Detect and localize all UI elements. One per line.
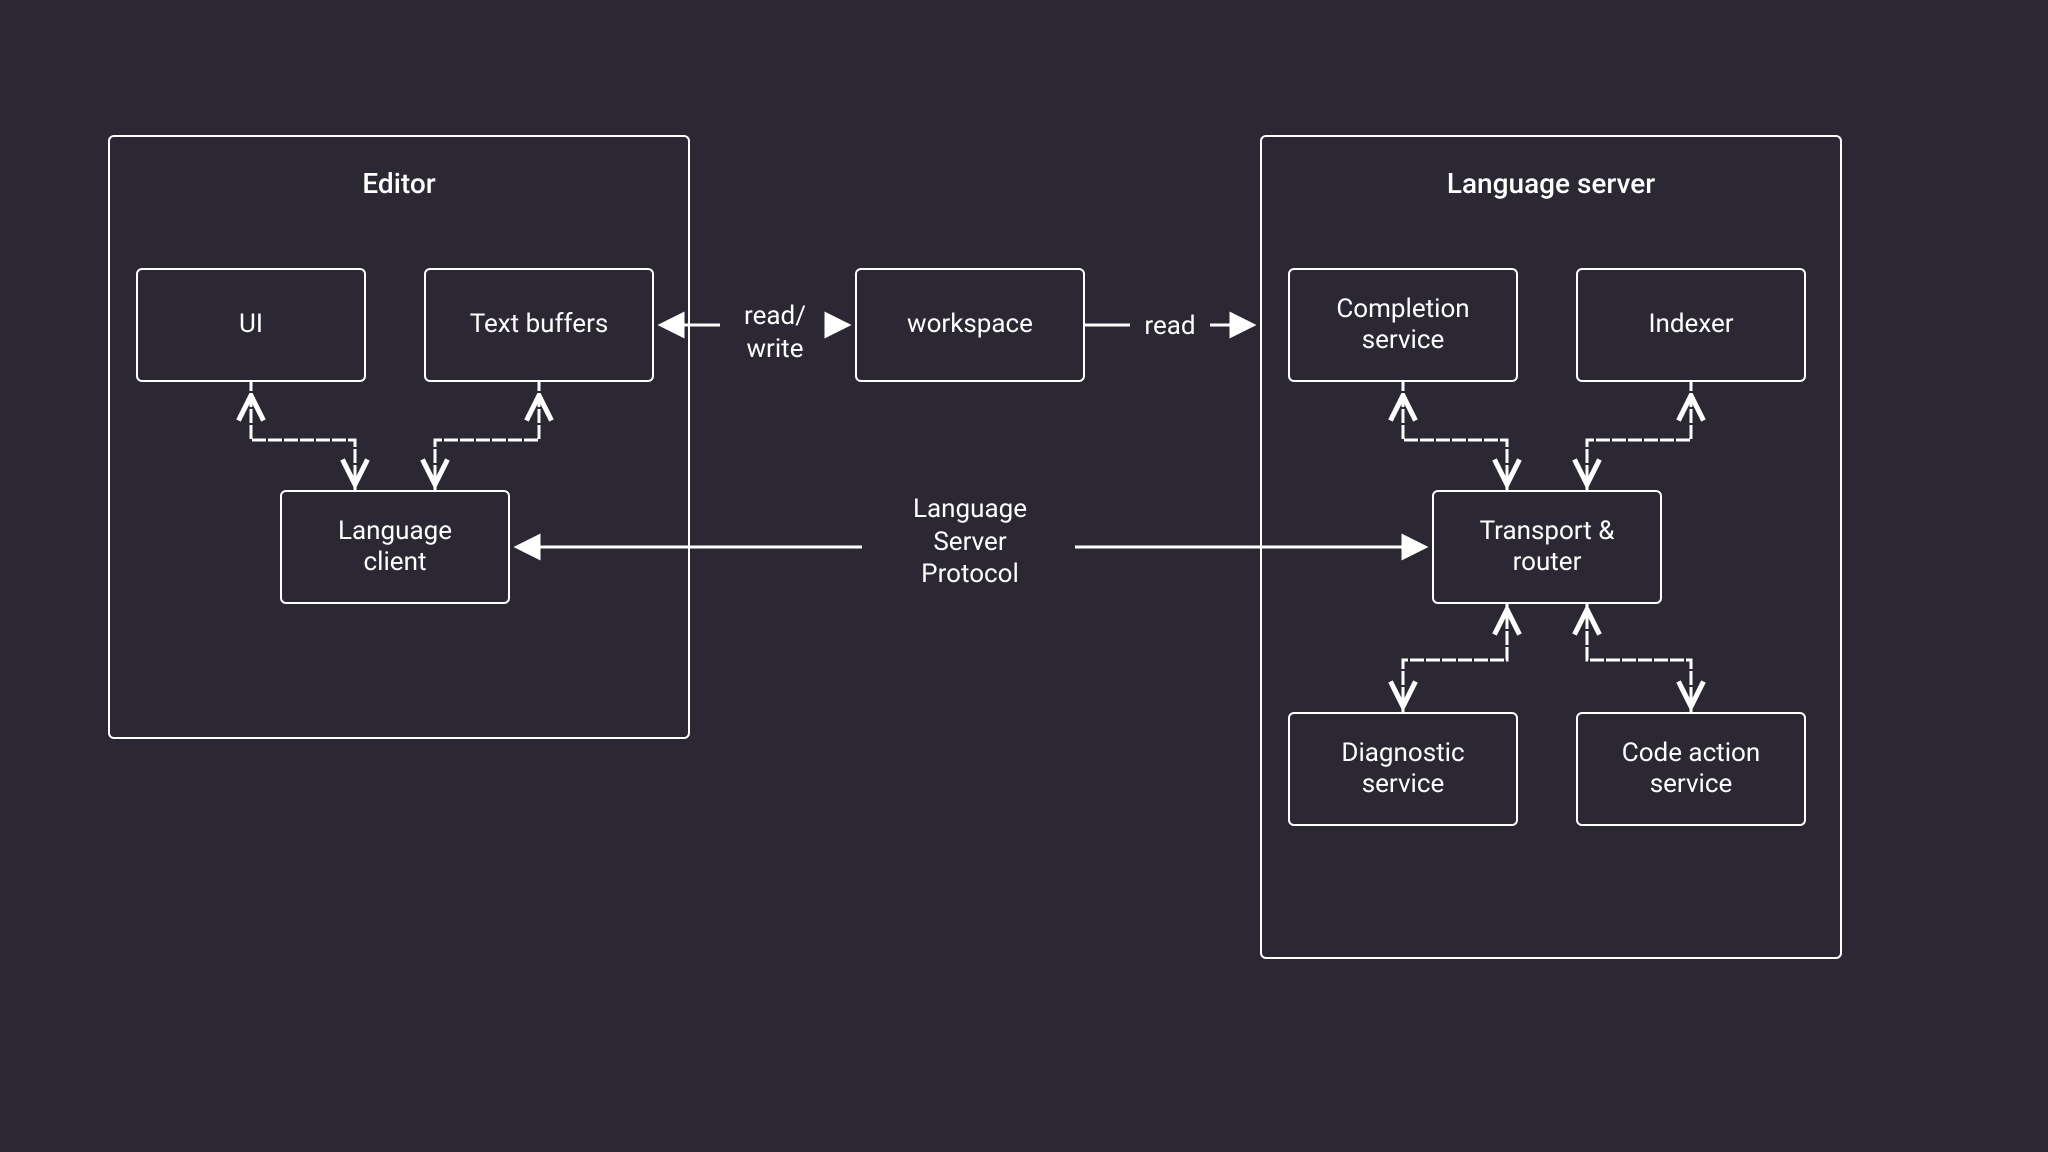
diagnostic-service-label: Diagnostic service (1341, 738, 1464, 800)
transport-router-label: Transport & router (1480, 516, 1615, 578)
workspace-label: workspace (907, 309, 1033, 340)
language-client-label: Language client (338, 516, 452, 578)
diagnostic-service-node: Diagnostic service (1288, 712, 1518, 826)
text-buffers-node: Text buffers (424, 268, 654, 382)
text-buffers-label: Text buffers (470, 309, 609, 340)
code-action-service-label: Code action service (1622, 738, 1760, 800)
ui-label: UI (239, 309, 263, 340)
editor-container: Editor (108, 135, 690, 739)
indexer-label: Indexer (1648, 309, 1733, 340)
read-write-label: read/ write (720, 300, 830, 365)
diagram-stage: Editor Language server UI Text buffers L… (0, 0, 2048, 1152)
ui-node: UI (136, 268, 366, 382)
language-server-title: Language server (1262, 167, 1840, 200)
indexer-node: Indexer (1576, 268, 1806, 382)
transport-router-node: Transport & router (1432, 490, 1662, 604)
lsp-label: Language Server Protocol (870, 493, 1070, 591)
workspace-node: workspace (855, 268, 1085, 382)
language-client-node: Language client (280, 490, 510, 604)
code-action-service-node: Code action service (1576, 712, 1806, 826)
completion-service-label: Completion service (1336, 294, 1469, 356)
editor-title: Editor (110, 167, 688, 200)
completion-service-node: Completion service (1288, 268, 1518, 382)
read-label: read (1130, 310, 1210, 343)
